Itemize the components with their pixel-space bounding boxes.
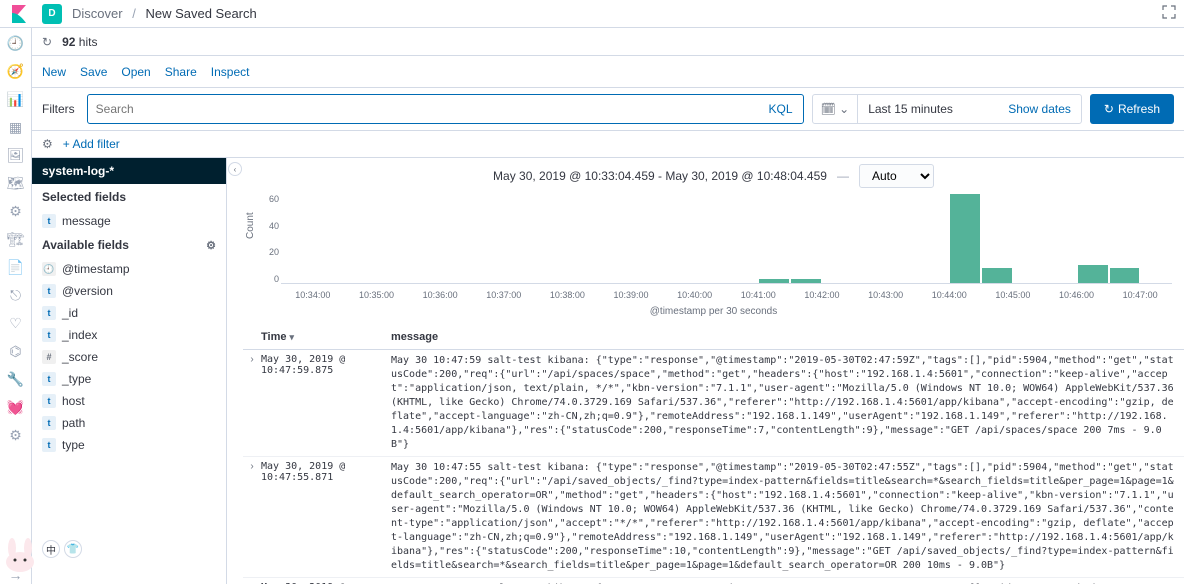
available-fields-header: Available fields ⚙	[32, 232, 226, 258]
field-message[interactable]: tmessage	[32, 210, 226, 232]
date-range[interactable]: Last 15 minutes	[858, 102, 998, 116]
filter-bar: Filters KQL 🗓 ⌄ Last 15 minutes Show dat…	[32, 88, 1184, 131]
interval-select[interactable]: Auto	[859, 164, 934, 188]
field-host[interactable]: thost	[32, 390, 226, 412]
nav-devtools-icon[interactable]: 🔧	[7, 370, 25, 388]
chart-header: May 30, 2019 @ 10:33:04.459 - May 30, 20…	[243, 158, 1184, 194]
table-header: Time ▾ message	[243, 325, 1184, 350]
breadcrumb-app[interactable]: Discover	[72, 6, 123, 21]
nav-maps-icon[interactable]: 🗺	[7, 174, 25, 192]
field-type[interactable]: ttype	[32, 434, 226, 456]
left-nav: 🕘 🧭 📊 ▦ 🖼 🗺 ⚙ 🏗 📄 ⎋ ♡ ⌬ 🔧 💓 ⚙ →	[0, 28, 32, 584]
add-filter-link[interactable]: + Add filter	[63, 137, 120, 151]
results-pane: May 30, 2019 @ 10:33:04.459 - May 30, 20…	[243, 158, 1184, 584]
nav-management-icon[interactable]: ⚙	[7, 426, 25, 444]
table-row: ›May 30, 2019 @ 10:47:55.871May 30 10:47…	[243, 457, 1184, 578]
open-link[interactable]: Open	[121, 65, 150, 79]
action-bar: New Save Open Share Inspect	[32, 56, 1184, 88]
fields-sidebar: system-log-* Selected fields tmessage Av…	[32, 158, 227, 584]
field-@version[interactable]: t@version	[32, 280, 226, 302]
filter-options-icon[interactable]: ⚙	[42, 137, 53, 151]
mascot-icon	[0, 534, 40, 574]
filters-label: Filters	[42, 102, 79, 116]
collapse-sidebar: ‹	[227, 158, 243, 584]
nav-logs-icon[interactable]: 📄	[7, 258, 25, 276]
calendar-icon[interactable]: 🗓 ⌄	[813, 95, 859, 123]
row-timestamp: May 30, 2019 @ 10:47:59.875	[261, 354, 391, 452]
field-_type[interactable]: t_type	[32, 368, 226, 390]
nav-uptime-icon[interactable]: ♡	[7, 314, 25, 332]
refresh-button[interactable]: ↻ Refresh	[1090, 94, 1174, 124]
field-@timestamp[interactable]: 🕘@timestamp	[32, 258, 226, 280]
show-dates-link[interactable]: Show dates	[998, 102, 1081, 116]
top-bar: D Discover / New Saved Search	[0, 0, 1184, 28]
inspect-link[interactable]: Inspect	[211, 65, 250, 79]
row-message: May 30 10:47:59 salt-test kibana: {"type…	[391, 354, 1184, 452]
share-link[interactable]: Share	[165, 65, 197, 79]
table-row: ›May 30, 2019 @ 10:47:59.875May 30 10:47…	[243, 350, 1184, 457]
nav-dashboard-icon[interactable]: ▦	[7, 118, 25, 136]
histogram-chart[interactable]: Count 6040200 10:34:0010:35:0010:36:0010…	[243, 194, 1184, 304]
nav-monitoring-icon[interactable]: 💓	[7, 398, 25, 416]
field-path[interactable]: tpath	[32, 412, 226, 434]
nav-apm-icon[interactable]: ⎋	[7, 286, 25, 304]
hits-bar: ↻ 92 hits	[32, 28, 1184, 56]
nav-recent-icon[interactable]: 🕘	[7, 34, 25, 52]
badge-lang[interactable]: 中	[42, 540, 60, 558]
chart-ylabel: Count	[245, 212, 256, 239]
fields-settings-icon[interactable]: ⚙	[206, 239, 216, 252]
search-box: KQL	[87, 94, 804, 124]
cycle-icon[interactable]: ↻	[42, 35, 52, 49]
kql-toggle[interactable]: KQL	[759, 102, 803, 116]
row-message: May 30 10:47:55 salt-test kibana: {"type…	[391, 461, 1184, 573]
save-link[interactable]: Save	[80, 65, 107, 79]
search-input[interactable]	[88, 102, 759, 116]
nav-discover-icon[interactable]: 🧭	[7, 62, 25, 80]
nav-canvas-icon[interactable]: 🖼	[7, 146, 25, 164]
expand-row-icon[interactable]: ›	[243, 354, 261, 452]
app-icon[interactable]: D	[42, 4, 62, 24]
mascot-badges: 中 👕	[42, 540, 82, 558]
badge-cart[interactable]: 👕	[64, 540, 82, 558]
chart-xlabel: @timestamp per 30 seconds	[243, 304, 1184, 325]
collapse-button[interactable]: ‹	[228, 162, 242, 176]
breadcrumb: Discover / New Saved Search	[72, 6, 257, 21]
index-pattern[interactable]: system-log-*	[32, 158, 226, 184]
date-picker: 🗓 ⌄ Last 15 minutes Show dates	[812, 94, 1082, 124]
field-_score[interactable]: #_score	[32, 346, 226, 368]
new-link[interactable]: New	[42, 65, 66, 79]
breadcrumb-page: New Saved Search	[145, 6, 256, 21]
nav-visualize-icon[interactable]: 📊	[7, 90, 25, 108]
selected-fields-header: Selected fields	[32, 184, 226, 210]
chart-time-range: May 30, 2019 @ 10:33:04.459 - May 30, 20…	[493, 169, 827, 183]
col-message[interactable]: message	[391, 331, 1184, 343]
table-row: ›May 30, 2019 @ 10:47:48.865May 30 10:47…	[243, 578, 1184, 584]
expand-row-icon[interactable]: ›	[243, 461, 261, 573]
kibana-logo[interactable]	[8, 2, 32, 26]
col-time[interactable]: Time ▾	[261, 331, 391, 343]
row-timestamp: May 30, 2019 @ 10:47:55.871	[261, 461, 391, 573]
field-_id[interactable]: t_id	[32, 302, 226, 324]
add-filter-row: ⚙ + Add filter	[32, 131, 1184, 158]
hits-count: 92 hits	[62, 35, 97, 49]
fullscreen-icon[interactable]	[1162, 5, 1176, 22]
nav-siem-icon[interactable]: ⌬	[7, 342, 25, 360]
nav-ml-icon[interactable]: ⚙	[7, 202, 25, 220]
field-_index[interactable]: t_index	[32, 324, 226, 346]
nav-infra-icon[interactable]: 🏗	[7, 230, 25, 248]
